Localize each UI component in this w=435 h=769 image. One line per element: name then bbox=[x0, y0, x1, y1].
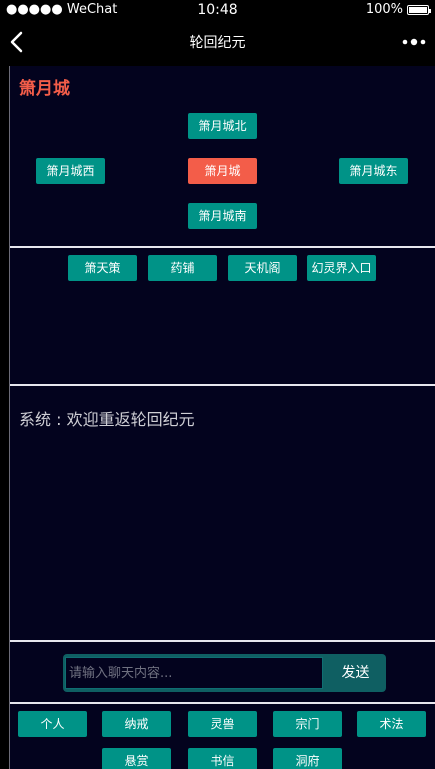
city-map-panel: 箫月城 箫月城北 箫月城西 箫月城 箫月城东 箫月城南 bbox=[10, 66, 435, 246]
chat-message: 系统 : 欢迎重返轮回纪元 bbox=[19, 410, 195, 429]
battery-icon bbox=[407, 5, 431, 15]
places-panel: 箫天策 药铺 天机阁 幻灵界入口 bbox=[10, 248, 435, 384]
menu-button[interactable]: 洞府 bbox=[273, 748, 342, 769]
chat-input-panel: 发送 bbox=[10, 642, 435, 702]
place-button[interactable]: 药铺 bbox=[148, 255, 217, 281]
place-button[interactable]: 箫天策 bbox=[68, 255, 137, 281]
page-title: 轮回纪元 bbox=[189, 35, 246, 51]
game-frame: 箫月城 箫月城北 箫月城西 箫月城 箫月城东 箫月城南 箫天策 药铺 天机阁 幻… bbox=[9, 66, 435, 769]
menu-button[interactable]: 悬赏 bbox=[102, 748, 171, 769]
chat-input[interactable] bbox=[65, 657, 323, 689]
send-button[interactable]: 发送 bbox=[325, 654, 386, 692]
more-options-icon[interactable] bbox=[401, 32, 427, 52]
bottom-menu-panel: 个人 纳戒 灵兽 宗门 术法 悬赏 书信 洞府 bbox=[10, 704, 435, 769]
chat-input-bar: 发送 bbox=[63, 654, 386, 692]
nav-bar: 轮回纪元 bbox=[0, 20, 435, 66]
menu-button[interactable]: 书信 bbox=[188, 748, 257, 769]
menu-button[interactable]: 个人 bbox=[18, 711, 87, 737]
menu-button[interactable]: 纳戒 bbox=[102, 711, 171, 737]
battery-percent: 100% bbox=[365, 2, 403, 17]
city-north-button[interactable]: 箫月城北 bbox=[188, 113, 257, 139]
city-center-button[interactable]: 箫月城 bbox=[188, 158, 257, 184]
menu-button[interactable]: 术法 bbox=[357, 711, 426, 737]
city-south-button[interactable]: 箫月城南 bbox=[188, 203, 257, 229]
place-button[interactable]: 幻灵界入口 bbox=[307, 255, 376, 281]
menu-button[interactable]: 宗门 bbox=[273, 711, 342, 737]
city-title: 箫月城 bbox=[19, 79, 70, 99]
chat-log-panel: 系统 : 欢迎重返轮回纪元 bbox=[10, 386, 435, 640]
menu-button[interactable]: 灵兽 bbox=[188, 711, 257, 737]
city-east-button[interactable]: 箫月城东 bbox=[339, 158, 408, 184]
place-button[interactable]: 天机阁 bbox=[228, 255, 297, 281]
status-bar: ●●●●● WeChat 10:48 100% bbox=[0, 0, 435, 20]
city-west-button[interactable]: 箫月城西 bbox=[36, 158, 105, 184]
battery-indicator: 100% bbox=[365, 0, 431, 20]
